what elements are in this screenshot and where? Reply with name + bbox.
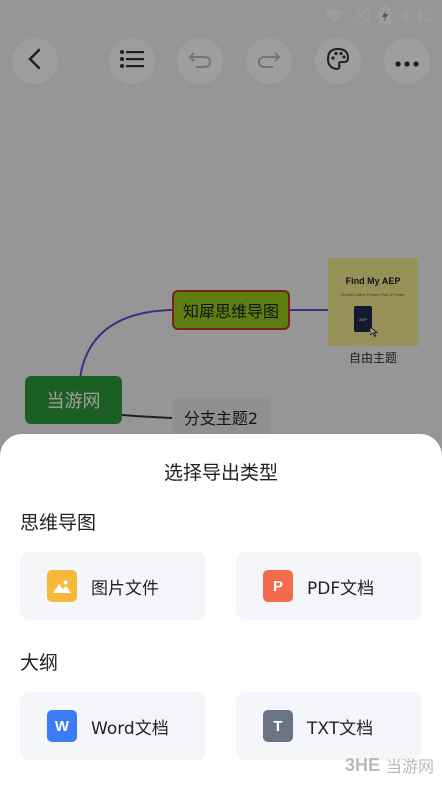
export-image-button[interactable]: 图片文件 — [20, 552, 206, 620]
watermark: 3HE 当游网 — [345, 753, 434, 777]
export-image-label: 图片文件 — [91, 578, 159, 599]
word-file-icon: W — [47, 710, 77, 742]
export-word-button[interactable]: W Word文档 — [20, 692, 206, 760]
pdf-file-icon: P — [263, 570, 293, 602]
export-word-label: Word文档 — [91, 718, 169, 739]
export-sheet: 选择导出类型 思维导图 图片文件 P PDF文档 大纲 W Word文档 T T… — [0, 434, 442, 785]
sheet-title: 选择导出类型 — [163, 462, 278, 484]
section-mindmap-label: 思维导图 — [20, 512, 97, 534]
section-outline-label: 大纲 — [20, 652, 59, 674]
export-pdf-button[interactable]: P PDF文档 — [236, 552, 422, 620]
export-txt-label: TXT文档 — [307, 718, 374, 739]
export-pdf-label: PDF文档 — [307, 578, 375, 599]
watermark-logo: 3HE — [344, 754, 380, 775]
watermark-text: 当游网 — [385, 757, 434, 776]
export-txt-button[interactable]: T TXT文档 — [236, 692, 422, 760]
txt-file-icon: T — [263, 710, 293, 742]
image-file-icon — [47, 570, 77, 602]
